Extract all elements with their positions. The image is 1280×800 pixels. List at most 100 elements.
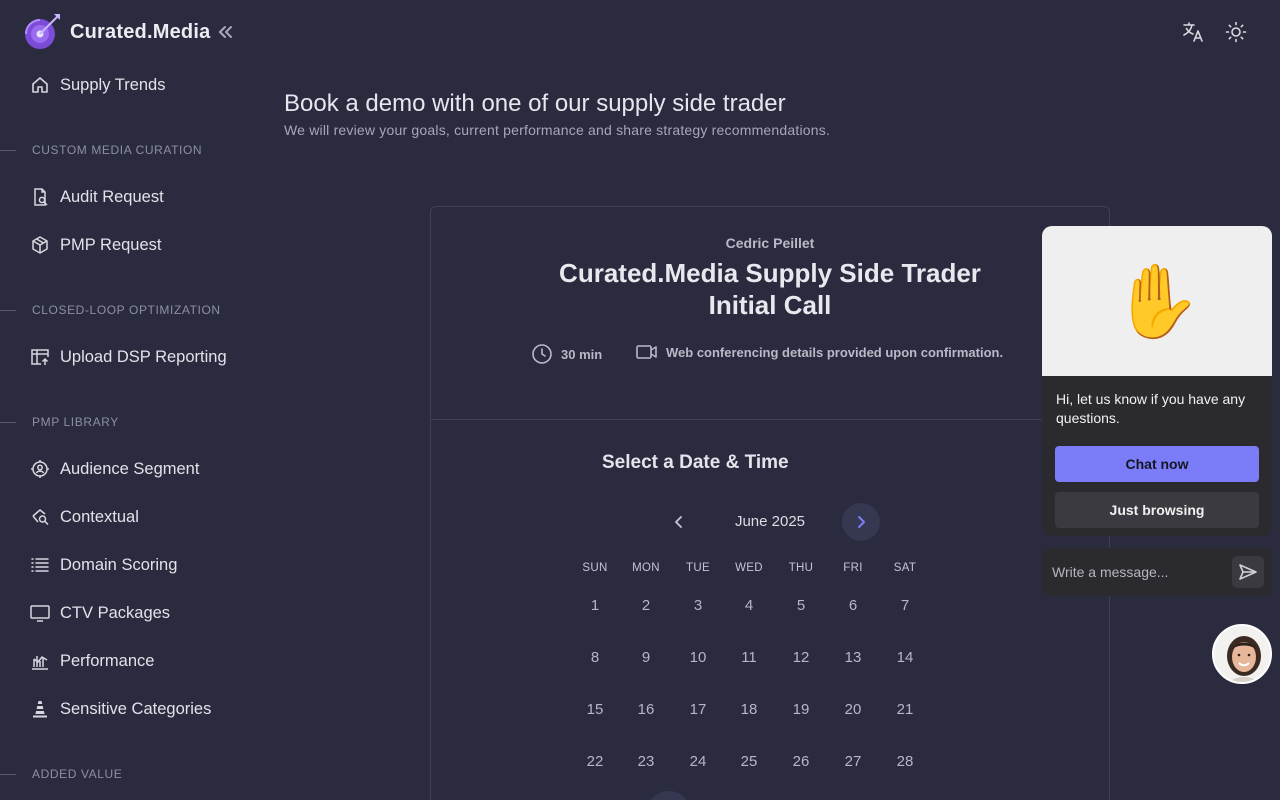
section-title: PMP LIBRARY bbox=[32, 415, 119, 429]
weekday-header: TUE bbox=[686, 562, 710, 574]
weekday-header: MON bbox=[632, 562, 660, 574]
calendar-day[interactable]: 23 bbox=[626, 742, 666, 782]
sidebar-item-ctv-packages[interactable]: CTV Packages bbox=[28, 599, 170, 627]
table-upload-icon bbox=[28, 345, 52, 369]
calendar-day[interactable]: 11 bbox=[729, 638, 769, 678]
chat-input-box bbox=[1042, 548, 1272, 596]
sidebar-item-label: Supply Trends bbox=[60, 75, 166, 94]
sidebar-item-label: Audit Request bbox=[60, 187, 164, 206]
brand[interactable]: Curated.Media bbox=[22, 12, 234, 52]
duration-label: 30 min bbox=[561, 346, 603, 362]
send-icon bbox=[1239, 564, 1257, 580]
sidebar-item-upload-dsp-reporting[interactable]: Upload DSP Reporting bbox=[28, 343, 227, 371]
section-title: ADDED VALUE bbox=[32, 767, 123, 781]
weekday-header: SUN bbox=[582, 562, 608, 574]
logo-icon bbox=[25, 14, 60, 49]
calendar-day[interactable]: 27 bbox=[833, 742, 873, 782]
booking-card: Cedric Peillet Curated.Media Supply Side… bbox=[430, 206, 1110, 800]
host-name: Cedric Peillet bbox=[725, 235, 815, 251]
chat-greeting: Hi, let us know if you have any question… bbox=[1056, 391, 1246, 426]
sidebar-item-contextual[interactable]: Contextual bbox=[28, 503, 139, 531]
calendar-day[interactable]: 6 bbox=[833, 586, 873, 626]
sidebar-item-label: CTV Packages bbox=[60, 603, 171, 622]
calendar-day[interactable]: 14 bbox=[885, 638, 925, 678]
calendar-day[interactable]: 19 bbox=[781, 690, 821, 730]
calendar-day[interactable]: 26 bbox=[781, 742, 821, 782]
chat-now-button[interactable]: Chat now bbox=[1055, 446, 1259, 482]
select-date-heading: Select a Date & Time bbox=[602, 452, 789, 473]
sidebar-item-label: Sensitive Categories bbox=[60, 699, 212, 718]
sidebar-item-label: Audience Segment bbox=[60, 459, 200, 478]
weekday-header: THU bbox=[788, 562, 814, 574]
weekday-header: FRI bbox=[843, 562, 863, 574]
sidebar-item-label: PMP Request bbox=[60, 235, 162, 254]
home-icon bbox=[28, 73, 52, 97]
calendar-day[interactable]: 10 bbox=[678, 638, 718, 678]
section-title: CUSTOM MEDIA CURATION bbox=[32, 143, 203, 157]
sidebar: Curated.Media Supply Trends CUSTOM MEDIA… bbox=[0, 0, 260, 800]
calendar-day[interactable]: 9 bbox=[626, 638, 666, 678]
translate-icon[interactable] bbox=[1181, 20, 1205, 44]
calendar-day[interactable]: 15 bbox=[575, 690, 615, 730]
month-label: June 2025 bbox=[734, 513, 806, 530]
sidebar-item-sensitive-categories[interactable]: Sensitive Categories bbox=[28, 695, 211, 723]
calendar-day-highlight[interactable] bbox=[647, 791, 691, 800]
sidebar-item-performance[interactable]: Performance bbox=[28, 647, 154, 675]
calendar-day[interactable]: 8 bbox=[575, 638, 615, 678]
sidebar-item-domain-scoring[interactable]: Domain Scoring bbox=[28, 551, 177, 579]
chart-icon bbox=[28, 649, 52, 673]
sidebar-item-label: Upload DSP Reporting bbox=[60, 347, 227, 366]
calendar-day[interactable]: 5 bbox=[781, 586, 821, 626]
waving-hand-icon: ✋ bbox=[1042, 226, 1272, 376]
chat-widget: ✋ Hi, let us know if you have any questi… bbox=[1042, 226, 1272, 536]
brand-name: Curated.Media bbox=[70, 20, 211, 43]
section-added-value: ADDED VALUE bbox=[0, 767, 122, 781]
sidebar-item-audience-segment[interactable]: Audience Segment bbox=[28, 455, 199, 483]
collapse-sidebar-icon[interactable] bbox=[216, 23, 234, 41]
audience-target-icon bbox=[28, 457, 52, 481]
section-custom-media-curation: CUSTOM MEDIA CURATION bbox=[0, 143, 202, 157]
sidebar-item-label: Domain Scoring bbox=[60, 555, 178, 574]
just-browsing-button[interactable]: Just browsing bbox=[1055, 492, 1259, 528]
calendar-day[interactable]: 20 bbox=[833, 690, 873, 730]
calendar-day[interactable]: 18 bbox=[729, 690, 769, 730]
calendar-day[interactable]: 2 bbox=[626, 586, 666, 626]
video-camera-icon bbox=[636, 345, 657, 359]
chevron-right-icon bbox=[858, 516, 865, 528]
section-closed-loop-optimization: CLOSED-LOOP OPTIMIZATION bbox=[0, 303, 221, 317]
chat-agent-avatar[interactable] bbox=[1212, 624, 1272, 684]
theme-toggle-icon[interactable] bbox=[1224, 20, 1248, 44]
page-subtitle: We will review your goals, current perfo… bbox=[284, 122, 831, 138]
sidebar-item-audit-request[interactable]: Audit Request bbox=[28, 183, 164, 211]
calendar-day[interactable]: 7 bbox=[885, 586, 925, 626]
calendar-day[interactable]: 16 bbox=[626, 690, 666, 730]
conferencing-info: Web conferencing details provided upon c… bbox=[636, 343, 1003, 361]
calendar-day[interactable]: 24 bbox=[678, 742, 718, 782]
calendar-day[interactable]: 22 bbox=[575, 742, 615, 782]
next-month-button[interactable] bbox=[842, 503, 880, 541]
chat-message-input[interactable] bbox=[1052, 560, 1222, 584]
event-title: Curated.Media Supply Side Trader Initial… bbox=[559, 258, 981, 320]
sidebar-item-supply-trends[interactable]: Supply Trends bbox=[28, 71, 165, 99]
sidebar-item-pmp-request[interactable]: PMP Request bbox=[28, 231, 162, 259]
context-search-icon bbox=[28, 505, 52, 529]
sidebar-item-label: Performance bbox=[60, 651, 155, 670]
calendar-day[interactable]: 17 bbox=[678, 690, 718, 730]
calendar-day[interactable]: 25 bbox=[729, 742, 769, 782]
weekday-header: WED bbox=[735, 562, 763, 574]
page-title: Book a demo with one of our supply side … bbox=[284, 90, 786, 117]
calendar-day[interactable]: 13 bbox=[833, 638, 873, 678]
calendar-day[interactable]: 4 bbox=[729, 586, 769, 626]
conferencing-label: Web conferencing details provided upon c… bbox=[666, 344, 1004, 360]
card-divider bbox=[431, 419, 1109, 420]
calendar-day[interactable]: 21 bbox=[885, 690, 925, 730]
send-button[interactable] bbox=[1232, 556, 1264, 588]
calendar-day[interactable]: 12 bbox=[781, 638, 821, 678]
duration-info: 30 min bbox=[531, 343, 602, 365]
sidebar-item-label: Contextual bbox=[60, 507, 139, 526]
cone-icon bbox=[28, 697, 52, 721]
weekday-header: SAT bbox=[893, 562, 917, 574]
calendar-day[interactable]: 28 bbox=[885, 742, 925, 782]
calendar-day[interactable]: 1 bbox=[575, 586, 615, 626]
calendar-day[interactable]: 3 bbox=[678, 586, 718, 626]
